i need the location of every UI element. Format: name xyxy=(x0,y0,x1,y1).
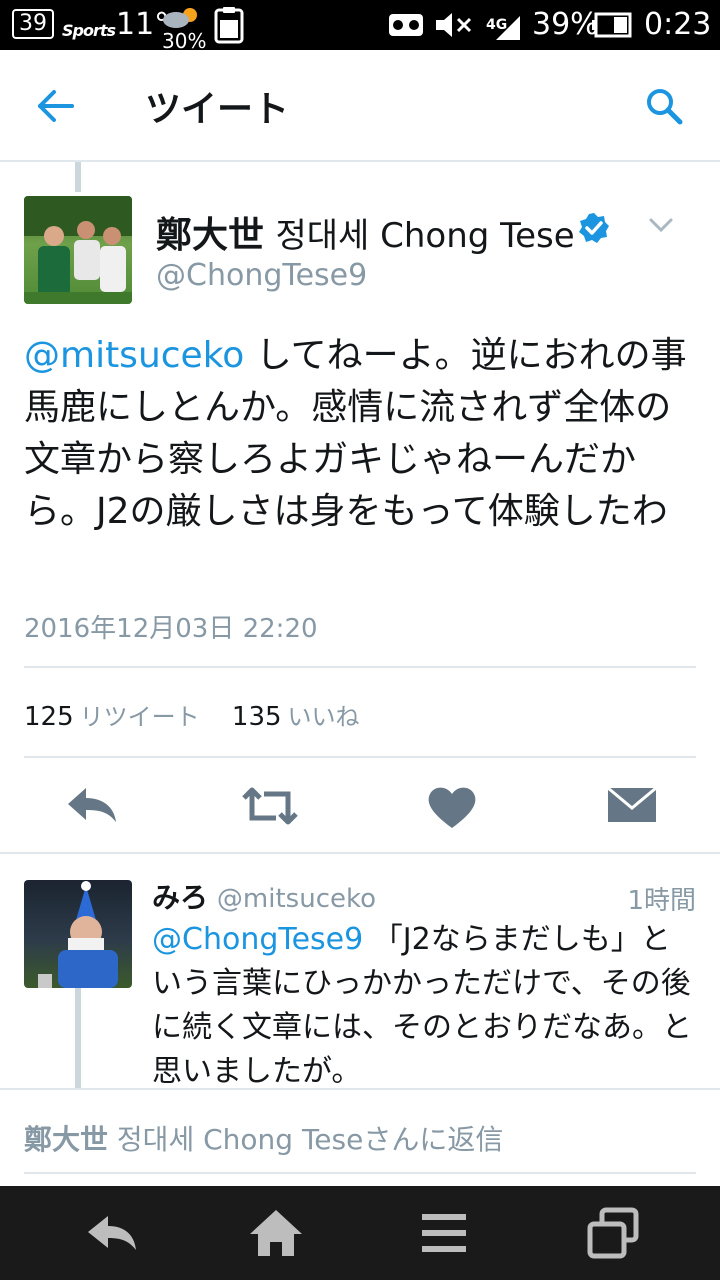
author-avatar[interactable] xyxy=(24,196,132,304)
thread-connector xyxy=(75,162,81,192)
mention-link[interactable]: @mitsuceko xyxy=(24,335,244,376)
author-handle[interactable]: @ChongTese9 xyxy=(156,258,367,293)
like-heart-icon[interactable] xyxy=(422,780,482,832)
divider xyxy=(0,852,720,854)
divider xyxy=(24,756,696,758)
reply-author[interactable]: みろ @mitsuceko xyxy=(152,876,376,916)
divider xyxy=(0,1088,720,1090)
reply-to-name: 鄭大世 xyxy=(24,1123,109,1156)
reply-display-name: みろ xyxy=(152,881,209,914)
arrow-left-icon[interactable] xyxy=(36,88,76,124)
vr-headset-icon xyxy=(389,14,423,36)
page-title: ツイート xyxy=(145,89,290,130)
tweet-timestamp: 2016年12月03日 22:20 xyxy=(24,614,318,644)
reply-text: @ChongTese9 「J2ならまだしも」という言葉にひっかかっただけで、その… xyxy=(152,918,700,1094)
sports-badge: Sports xyxy=(62,21,116,40)
app-header: ツイート xyxy=(0,50,720,162)
like-count[interactable]: 135 xyxy=(232,702,282,732)
verified-badge-icon xyxy=(579,213,609,243)
like-label[interactable]: いいね xyxy=(288,703,360,731)
nav-home-icon[interactable] xyxy=(246,1206,306,1260)
divider xyxy=(24,666,696,668)
direct-message-icon[interactable] xyxy=(604,780,664,832)
avatar-photo xyxy=(24,196,132,304)
reply-icon[interactable] xyxy=(64,780,124,832)
nav-menu-icon[interactable] xyxy=(414,1206,474,1260)
status-bar: 39 Sports 11° 30% 4G 39% 0:23 xyxy=(0,0,720,53)
search-icon[interactable] xyxy=(644,86,684,126)
retweet-label[interactable]: リツイート xyxy=(80,703,200,731)
reply-handle: @mitsuceko xyxy=(216,884,377,914)
mute-icon xyxy=(436,13,472,37)
tweet-text: @mitsuceko してねーよ。逆におれの事馬鹿にしとんか。感情に流されず全体… xyxy=(24,330,704,538)
nav-recent-apps-icon[interactable] xyxy=(584,1206,644,1260)
battery-percent: 39% xyxy=(532,7,599,42)
signal-icon xyxy=(496,16,520,40)
clipboard-icon xyxy=(214,7,244,44)
reply-to-text: 정대세 Chong Teseさんに返信 xyxy=(116,1123,504,1156)
author-display-name-rest: 정대세 Chong Tese xyxy=(275,216,575,256)
retweet-icon[interactable] xyxy=(240,780,300,832)
reply-compose-field[interactable]: 鄭大世 정대세 Chong Teseさんに返信 xyxy=(24,1118,503,1158)
notification-badge: 39 xyxy=(12,9,54,39)
chevron-down-icon[interactable] xyxy=(648,216,674,234)
system-nav-bar xyxy=(0,1186,720,1280)
avatar-photo xyxy=(38,881,118,988)
author-name[interactable]: 鄭大世 정대세 Chong Tese xyxy=(156,206,575,258)
clock: 0:23 xyxy=(644,7,712,42)
author-display-name: 鄭大世 xyxy=(156,215,265,256)
tweet-stats: 125 リツイート 135 いいね xyxy=(24,697,384,732)
thread-connector xyxy=(75,988,81,1088)
reply-time: 1時間 xyxy=(627,886,696,916)
retweet-count[interactable]: 125 xyxy=(24,702,74,732)
reply-mention-link[interactable]: @ChongTese9 xyxy=(152,922,363,957)
compose-underline xyxy=(24,1172,696,1174)
nav-back-icon[interactable] xyxy=(82,1206,142,1260)
battery-icon xyxy=(592,12,632,38)
reply-author-avatar[interactable] xyxy=(24,880,132,988)
